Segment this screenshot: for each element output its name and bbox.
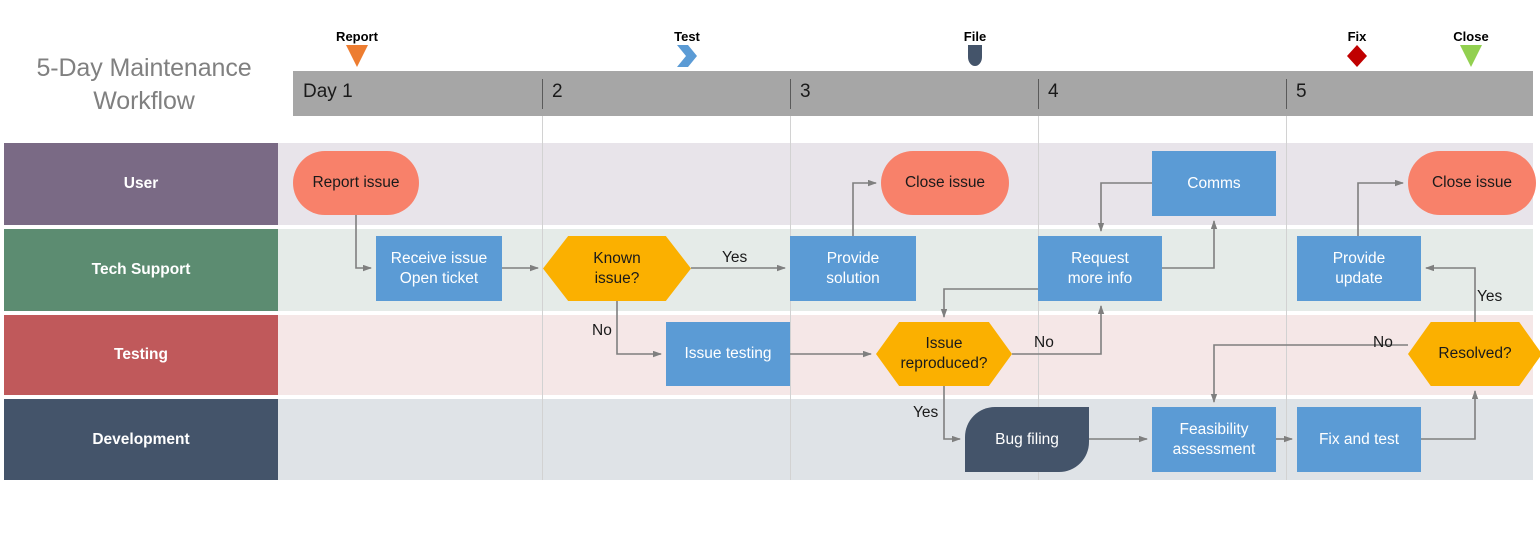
flow-node-receive-issue[interactable]: Receive issue Open ticket — [376, 236, 502, 301]
flow-node-provide-solution[interactable]: Provide solution — [790, 236, 916, 301]
swimlane-diagram: 5-Day Maintenance Workflow User Tech Supp… — [0, 0, 1540, 540]
flow-node-label: Known issue? — [593, 249, 641, 287]
flow-node-label: Provide solution — [826, 249, 880, 287]
flow-node-resolved[interactable]: Resolved? — [1408, 322, 1540, 386]
edge-label: Yes — [722, 249, 748, 266]
flow-node-close-issue-1[interactable]: Close issue — [881, 151, 1009, 215]
flow-node-fix-and-test[interactable]: Fix and test — [1297, 407, 1421, 472]
flow-node-comms[interactable]: Comms — [1152, 151, 1276, 216]
flow-node-bug-filing[interactable]: Bug filing — [965, 407, 1089, 472]
edge-label: No — [1373, 334, 1393, 351]
flow-node-label: Provide update — [1332, 249, 1386, 287]
flow-node-report-issue[interactable]: Report issue — [293, 151, 419, 215]
flow-node-label: Close issue — [1431, 174, 1513, 191]
flow-node-label: Bug filing — [995, 430, 1059, 448]
flow-node-label: Request more info — [1067, 249, 1133, 287]
flow-node-label: Fix and test — [1318, 430, 1400, 448]
edge-label: Yes — [1477, 288, 1503, 305]
flow-node-label: Resolved? — [1438, 345, 1512, 362]
flow-node-label: Report issue — [312, 174, 400, 191]
flow-node-issue-reproduced[interactable]: Issue reproduced? — [876, 322, 1012, 386]
flow-node-request-more-info[interactable]: Request more info — [1038, 236, 1162, 301]
flow-node-label: Issue testing — [684, 345, 772, 362]
flow-node-label: Feasibility assessment — [1172, 420, 1256, 458]
flow-node-close-issue-2[interactable]: Close issue — [1408, 151, 1536, 215]
edge-label: No — [592, 322, 612, 339]
flow-node-known-issue[interactable]: Known issue? — [543, 236, 691, 301]
flow-node-feasibility[interactable]: Feasibility assessment — [1152, 407, 1276, 472]
edge-label: Yes — [913, 404, 939, 421]
flow-node-provide-update[interactable]: Provide update — [1297, 236, 1421, 301]
flow-node-label: Close issue — [904, 174, 986, 191]
edge-label: No — [1034, 334, 1054, 351]
flow-node-label: Receive issue Open ticket — [390, 249, 488, 287]
flow-node-label: Comms — [1187, 174, 1241, 192]
flow-node-issue-testing[interactable]: Issue testing — [666, 322, 790, 386]
flow-node-label: Issue reproduced? — [900, 335, 988, 372]
